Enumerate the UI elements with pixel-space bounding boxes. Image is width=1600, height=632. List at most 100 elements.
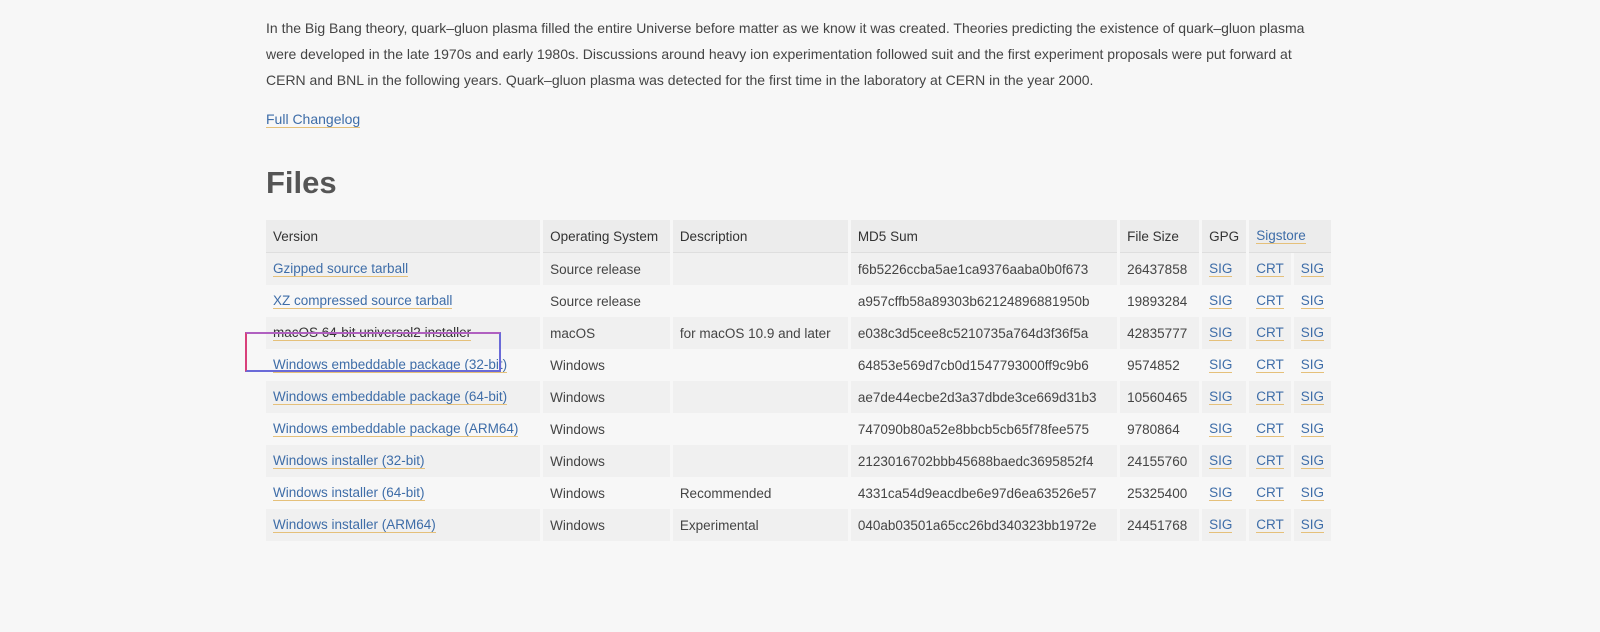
cell-sigstore-sig[interactable]: SIG bbox=[1293, 509, 1331, 541]
cell-md5: e038c3d5cee8c5210735a764d3f36f5a bbox=[850, 317, 1118, 349]
table-row: Windows embeddable package (64-bit) Windo… bbox=[266, 381, 1331, 413]
cell-md5: 4331ca54d9eacdbe6e97d6ea63526e57 bbox=[850, 477, 1118, 509]
sigstore-crt-link[interactable]: CRT bbox=[1256, 389, 1284, 405]
cell-sigstore-crt[interactable]: CRT bbox=[1249, 381, 1291, 413]
gpg-sig-link[interactable]: SIG bbox=[1209, 293, 1233, 309]
gpg-sig-link[interactable]: SIG bbox=[1209, 389, 1233, 405]
sigstore-crt-link[interactable]: CRT bbox=[1256, 485, 1284, 501]
sigstore-sig-link[interactable]: SIG bbox=[1300, 325, 1324, 341]
sigstore-crt-link[interactable]: CRT bbox=[1256, 325, 1284, 341]
sigstore-sig-link[interactable]: SIG bbox=[1300, 261, 1324, 277]
gpg-sig-link[interactable]: SIG bbox=[1209, 325, 1233, 341]
cell-sigstore-crt[interactable]: CRT bbox=[1249, 445, 1291, 477]
cell-sigstore-sig[interactable]: SIG bbox=[1293, 445, 1331, 477]
file-download-link[interactable]: Windows embeddable package (32-bit) bbox=[273, 357, 508, 373]
gpg-sig-link[interactable]: SIG bbox=[1209, 485, 1233, 501]
sigstore-sig-link[interactable]: SIG bbox=[1300, 453, 1324, 469]
sigstore-crt-link[interactable]: CRT bbox=[1256, 357, 1284, 373]
cell-file-size: 10560465 bbox=[1120, 381, 1200, 413]
sigstore-sig-link[interactable]: SIG bbox=[1300, 517, 1324, 533]
sigstore-link[interactable]: Sigstore bbox=[1256, 228, 1306, 244]
cell-sigstore-crt[interactable]: CRT bbox=[1249, 477, 1291, 509]
cell-sigstore-sig[interactable]: SIG bbox=[1293, 349, 1331, 381]
sigstore-sig-link[interactable]: SIG bbox=[1300, 421, 1324, 437]
cell-version[interactable]: Gzipped source tarball bbox=[266, 253, 541, 285]
intro-paragraph: In the Big Bang theory, quark–gluon plas… bbox=[266, 20, 1305, 88]
cell-description bbox=[672, 285, 848, 317]
cell-gpg[interactable]: SIG bbox=[1202, 253, 1247, 285]
cell-os: Source release bbox=[543, 253, 670, 285]
column-header-gpg: GPG bbox=[1202, 220, 1247, 253]
gpg-sig-link[interactable]: SIG bbox=[1209, 261, 1233, 277]
sigstore-crt-link[interactable]: CRT bbox=[1256, 261, 1284, 277]
cell-sigstore-sig[interactable]: SIG bbox=[1293, 317, 1331, 349]
cell-md5: 040ab03501a65cc26bd340323bb1972e bbox=[850, 509, 1118, 541]
cell-version[interactable]: Windows installer (32-bit) bbox=[266, 445, 541, 477]
file-download-link[interactable]: XZ compressed source tarball bbox=[273, 293, 453, 309]
cell-description: for macOS 10.9 and later bbox=[672, 317, 848, 349]
cell-md5: 747090b80a52e8bbcb5cb65f78fee575 bbox=[850, 413, 1118, 445]
files-table-body: Gzipped source tarball Source release f6b5… bbox=[266, 253, 1331, 541]
files-heading: Files bbox=[266, 165, 337, 200]
column-header-md5: MD5 Sum bbox=[850, 220, 1118, 253]
cell-sigstore-sig[interactable]: SIG bbox=[1293, 413, 1331, 445]
cell-sigstore-crt[interactable]: CRT bbox=[1249, 253, 1291, 285]
cell-version[interactable]: Windows installer (ARM64) bbox=[266, 509, 541, 541]
cell-version[interactable]: Windows embeddable package (32-bit) bbox=[266, 349, 541, 381]
cell-file-size: 9780864 bbox=[1120, 413, 1200, 445]
file-download-link[interactable]: macOS 64-bit universal2 installer bbox=[273, 325, 472, 341]
cell-gpg[interactable]: SIG bbox=[1202, 413, 1247, 445]
gpg-sig-link[interactable]: SIG bbox=[1209, 357, 1233, 373]
full-changelog-link[interactable]: Full Changelog bbox=[266, 111, 361, 128]
cell-description: Experimental bbox=[672, 509, 848, 541]
table-row: Windows embeddable package (ARM64) Window… bbox=[266, 413, 1331, 445]
cell-description bbox=[672, 349, 848, 381]
cell-os: Windows bbox=[543, 477, 670, 509]
file-download-link[interactable]: Windows installer (ARM64) bbox=[273, 517, 436, 533]
sigstore-sig-link[interactable]: SIG bbox=[1300, 389, 1324, 405]
cell-gpg[interactable]: SIG bbox=[1202, 381, 1247, 413]
file-download-link[interactable]: Windows embeddable package (64-bit) bbox=[273, 389, 508, 405]
table-row: Windows embeddable package (32-bit) Windo… bbox=[266, 349, 1331, 381]
cell-gpg[interactable]: SIG bbox=[1202, 445, 1247, 477]
cell-version[interactable]: Windows embeddable package (ARM64) bbox=[266, 413, 541, 445]
file-download-link[interactable]: Gzipped source tarball bbox=[273, 261, 409, 277]
gpg-sig-link[interactable]: SIG bbox=[1209, 453, 1233, 469]
cell-version[interactable]: macOS 64-bit universal2 installer bbox=[266, 317, 541, 349]
cell-sigstore-sig[interactable]: SIG bbox=[1293, 253, 1331, 285]
sigstore-sig-link[interactable]: SIG bbox=[1300, 357, 1324, 373]
cell-sigstore-crt[interactable]: CRT bbox=[1249, 509, 1291, 541]
cell-version[interactable]: Windows embeddable package (64-bit) bbox=[266, 381, 541, 413]
gpg-sig-link[interactable]: SIG bbox=[1209, 421, 1233, 437]
cell-md5: 64853e569d7cb0d1547793000ff9c9b6 bbox=[850, 349, 1118, 381]
sigstore-crt-link[interactable]: CRT bbox=[1256, 453, 1284, 469]
cell-sigstore-crt[interactable]: CRT bbox=[1249, 413, 1291, 445]
sigstore-crt-link[interactable]: CRT bbox=[1256, 517, 1284, 533]
cell-sigstore-sig[interactable]: SIG bbox=[1293, 381, 1331, 413]
cell-gpg[interactable]: SIG bbox=[1202, 285, 1247, 317]
sigstore-sig-link[interactable]: SIG bbox=[1300, 485, 1324, 501]
sigstore-crt-link[interactable]: CRT bbox=[1256, 293, 1284, 309]
cell-md5: ae7de44ecbe2d3a37dbde3ce669d31b3 bbox=[850, 381, 1118, 413]
file-download-link[interactable]: Windows installer (64-bit) bbox=[273, 485, 425, 501]
sigstore-crt-link[interactable]: CRT bbox=[1256, 421, 1284, 437]
column-header-description: Description bbox=[672, 220, 848, 253]
cell-sigstore-crt[interactable]: CRT bbox=[1249, 349, 1291, 381]
cell-sigstore-sig[interactable]: SIG bbox=[1293, 477, 1331, 509]
cell-gpg[interactable]: SIG bbox=[1202, 477, 1247, 509]
sigstore-sig-link[interactable]: SIG bbox=[1300, 293, 1324, 309]
cell-version[interactable]: Windows installer (64-bit) bbox=[266, 477, 541, 509]
cell-gpg[interactable]: SIG bbox=[1202, 509, 1247, 541]
cell-gpg[interactable]: SIG bbox=[1202, 349, 1247, 381]
cell-version[interactable]: XZ compressed source tarball bbox=[266, 285, 541, 317]
file-download-link[interactable]: Windows installer (32-bit) bbox=[273, 453, 425, 469]
column-header-sigstore[interactable]: Sigstore bbox=[1249, 220, 1331, 253]
table-header-row: Version Operating System Description MD5… bbox=[266, 220, 1331, 253]
cell-file-size: 9574852 bbox=[1120, 349, 1200, 381]
cell-sigstore-crt[interactable]: CRT bbox=[1249, 317, 1291, 349]
cell-sigstore-sig[interactable]: SIG bbox=[1293, 285, 1331, 317]
cell-gpg[interactable]: SIG bbox=[1202, 317, 1247, 349]
gpg-sig-link[interactable]: SIG bbox=[1209, 517, 1233, 533]
file-download-link[interactable]: Windows embeddable package (ARM64) bbox=[273, 421, 519, 437]
cell-sigstore-crt[interactable]: CRT bbox=[1249, 285, 1291, 317]
